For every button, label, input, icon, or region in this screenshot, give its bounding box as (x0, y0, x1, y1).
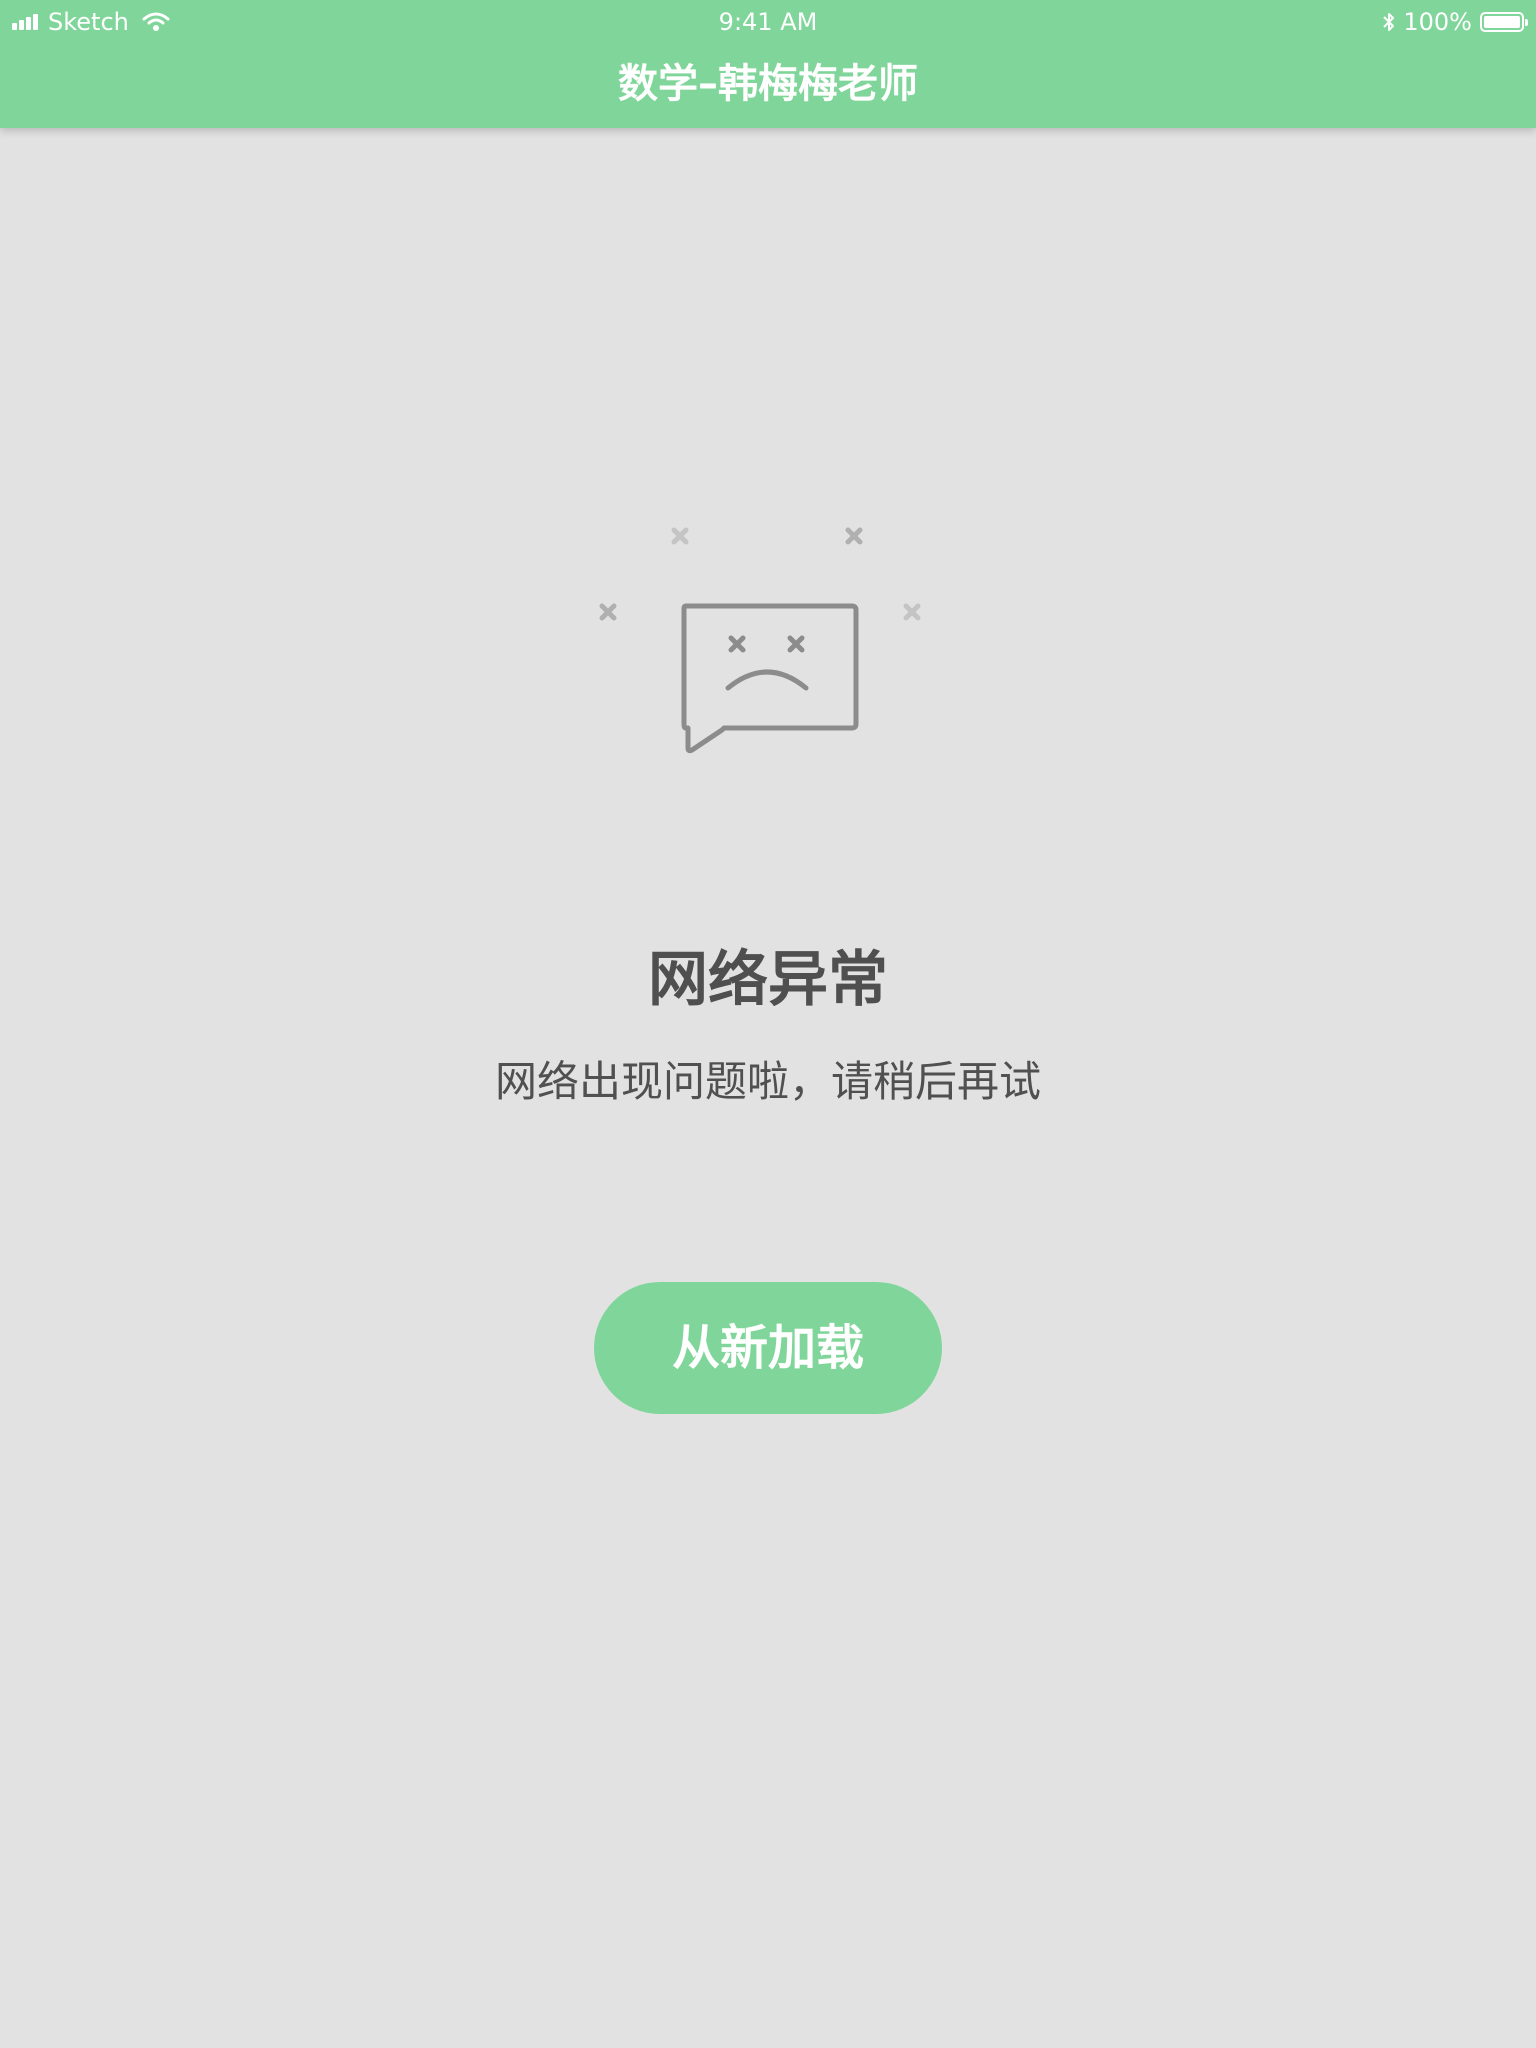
sad-message-bubble-icon (599, 527, 921, 754)
x-mark-icon (671, 527, 689, 545)
error-message: 网络出现问题啦，请稍后再试 (494, 1057, 1041, 1106)
x-mark-icon (903, 603, 921, 621)
status-right: 100% (1381, 8, 1528, 36)
error-title: 网络异常 (648, 945, 888, 1015)
battery-icon (1480, 12, 1528, 32)
battery-percent: 100% (1403, 8, 1472, 36)
status-bar: Sketch 9:41 AM 100% (0, 0, 1536, 44)
x-mark-icon (599, 603, 617, 621)
page-title: 数学–韩梅梅老师 (618, 61, 918, 107)
speech-bubble-outline (681, 603, 859, 754)
top-bar: Sketch 9:41 AM 100% 数学–韩梅梅老师 (0, 0, 1536, 128)
frown-mouth (725, 669, 809, 691)
reload-button[interactable]: 从新加载 (594, 1282, 942, 1414)
status-time: 9:41 AM (718, 8, 818, 36)
dead-eyes (728, 635, 805, 653)
bluetooth-icon (1383, 13, 1395, 31)
x-mark-icon (845, 527, 863, 545)
